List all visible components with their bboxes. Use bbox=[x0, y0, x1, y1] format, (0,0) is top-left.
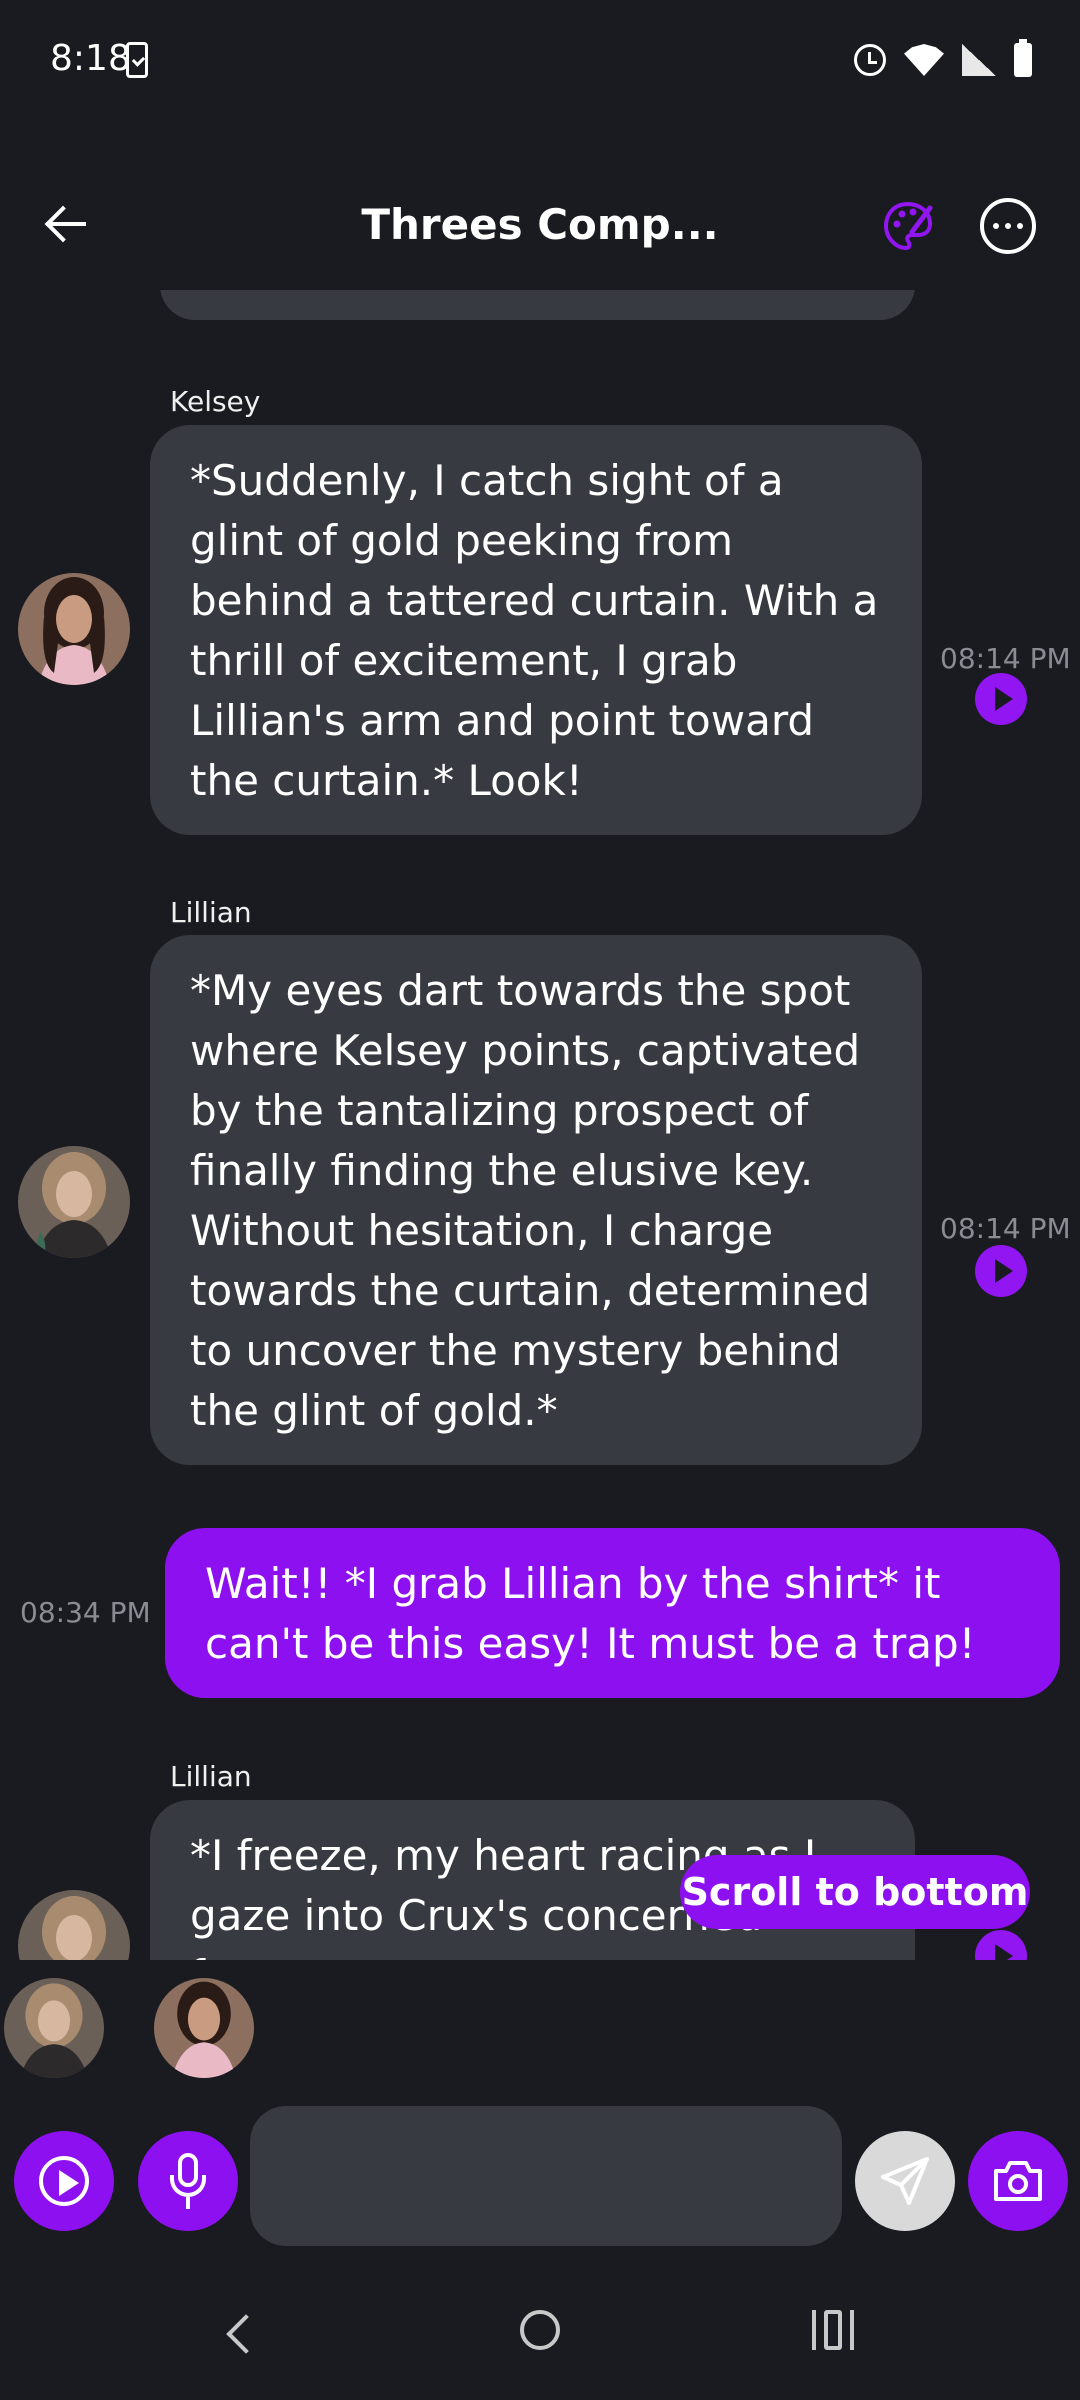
battery-icon bbox=[1014, 39, 1032, 77]
participant-avatar-kelsey[interactable] bbox=[154, 1978, 254, 2078]
avatar-kelsey[interactable] bbox=[18, 573, 130, 685]
message-bubble[interactable]: *My eyes dart towards the spot where Kel… bbox=[150, 935, 922, 1465]
message-time: 08:14 PM bbox=[940, 642, 1071, 675]
message-sender: Lillian bbox=[170, 896, 252, 929]
status-time: 8:18 bbox=[50, 38, 131, 79]
phone-check-icon bbox=[126, 42, 148, 78]
send-icon bbox=[881, 2157, 929, 2205]
chat-title: Threes Comp... bbox=[361, 200, 719, 249]
message-time: 08:14 PM bbox=[940, 1212, 1071, 1245]
wifi-icon bbox=[904, 44, 944, 76]
my-message-bubble[interactable]: Wait!! *I grab Lillian by the shirt* it … bbox=[165, 1528, 1060, 1698]
participants-row bbox=[0, 1960, 1080, 2090]
message-bubble[interactable]: *Suddenly, I catch sight of a glint of g… bbox=[150, 425, 922, 835]
video-play-button[interactable] bbox=[14, 2131, 114, 2231]
camera-button[interactable] bbox=[968, 2131, 1068, 2231]
message-list[interactable]: Kelsey *Suddenly, I catch sight of a gli… bbox=[0, 290, 1080, 1960]
play-circle-icon bbox=[39, 2156, 89, 2206]
camera-icon bbox=[994, 2161, 1042, 2201]
alarm-icon bbox=[854, 44, 886, 76]
microphone-button[interactable] bbox=[138, 2131, 238, 2231]
more-options-icon[interactable] bbox=[980, 198, 1036, 254]
nav-home-icon[interactable] bbox=[520, 2310, 560, 2350]
message-sender: Kelsey bbox=[170, 385, 261, 418]
avatar-lillian[interactable] bbox=[18, 1146, 130, 1258]
play-audio-icon[interactable] bbox=[975, 1245, 1027, 1297]
scroll-to-bottom-button[interactable]: Scroll to bottom bbox=[680, 1855, 1030, 1929]
status-bar: 8:18 bbox=[0, 0, 1080, 120]
previous-message-bubble bbox=[160, 290, 915, 320]
system-navigation-bar bbox=[0, 2290, 1080, 2400]
participant-avatar-lillian[interactable] bbox=[4, 1978, 104, 2078]
nav-back-icon[interactable] bbox=[226, 2314, 266, 2354]
signal-icon bbox=[962, 44, 996, 76]
status-icons bbox=[854, 39, 1032, 80]
palette-icon[interactable] bbox=[880, 198, 936, 254]
send-button[interactable] bbox=[855, 2131, 955, 2231]
message-composer bbox=[0, 2100, 1080, 2260]
avatar-lillian[interactable] bbox=[18, 1890, 130, 1960]
message-input[interactable] bbox=[250, 2106, 842, 2246]
message-sender: Lillian bbox=[170, 1760, 252, 1793]
message-time: 08:34 PM bbox=[20, 1596, 151, 1629]
play-audio-icon[interactable] bbox=[975, 1930, 1027, 1960]
play-audio-icon[interactable] bbox=[975, 673, 1027, 725]
chat-header: Threes Comp... bbox=[0, 170, 1080, 280]
nav-recents-icon[interactable] bbox=[812, 2310, 854, 2350]
back-arrow-icon[interactable] bbox=[36, 192, 100, 256]
